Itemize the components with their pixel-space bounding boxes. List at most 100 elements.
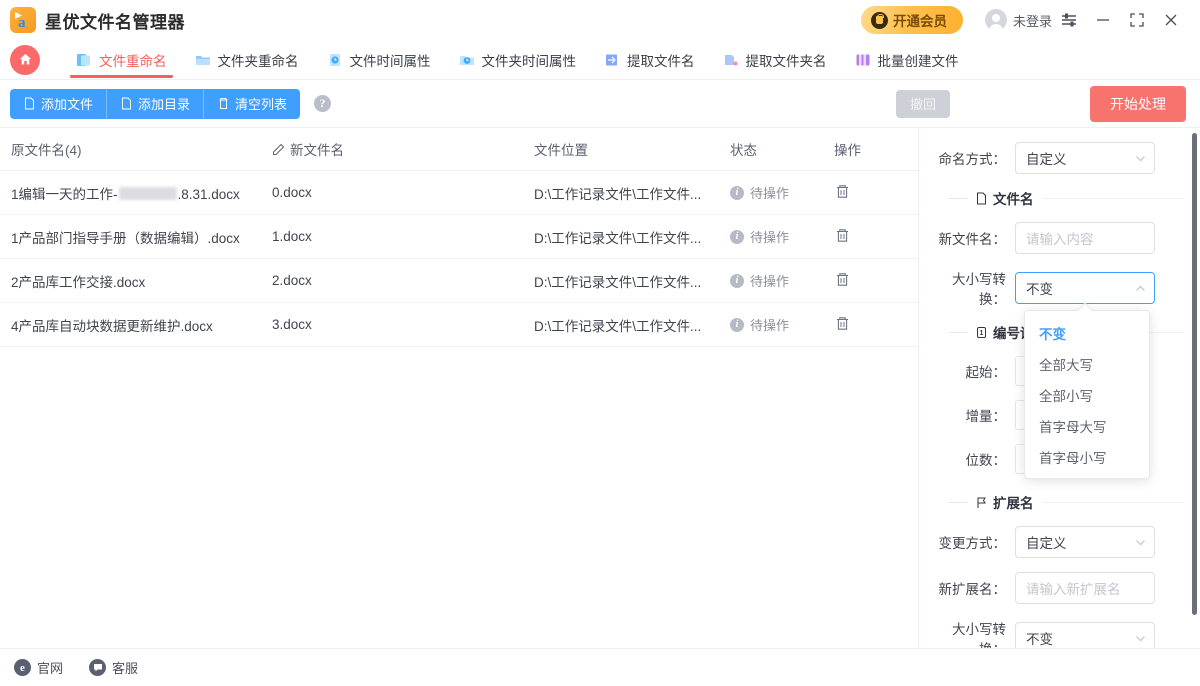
file-actions-group: 添加文件 添加目录 清空列表	[10, 88, 301, 119]
section-filename-divider: 文件名	[949, 188, 1184, 208]
naming-method-row: 命名方式： 自定义	[937, 142, 1184, 174]
divider-dash	[949, 501, 967, 503]
case-convert-select[interactable]: 不变	[1015, 272, 1155, 304]
vip-label: 开通会员	[892, 14, 947, 29]
tab-folder-time[interactable]: 文件夹时间属性	[445, 40, 591, 80]
cell-action	[834, 315, 914, 335]
delete-row-button[interactable]	[834, 271, 851, 291]
tab-folder-rename[interactable]: 文件夹重命名	[181, 40, 313, 80]
cell-original-name: 1产品部门指导手册（数据编辑）.docx	[11, 230, 240, 246]
naming-method-control: 自定义	[1015, 142, 1155, 174]
batch-create-icon	[856, 54, 869, 65]
vip-upgrade-button[interactable]: 开通会员	[860, 6, 963, 34]
folder-rename-icon	[195, 55, 210, 65]
new-ext-label: 新扩展名：	[938, 582, 1007, 597]
tab-extract-filename[interactable]: 提取文件名	[590, 40, 709, 80]
info-icon: i	[730, 185, 744, 200]
cell-new-name: 2.docx	[272, 273, 312, 288]
minimize-button[interactable]	[1086, 3, 1120, 37]
divider-line	[1041, 197, 1184, 199]
folder-time-icon	[459, 55, 474, 65]
new-filename-label: 新文件名：	[938, 232, 1007, 247]
delete-row-button[interactable]	[834, 315, 851, 335]
new-ext-input[interactable]: 请输入新扩展名	[1015, 572, 1155, 604]
delete-row-button[interactable]	[834, 183, 851, 203]
new-filename-input[interactable]: 请输入内容	[1015, 222, 1155, 254]
avatar	[984, 9, 1007, 31]
help-icon[interactable]: ?	[314, 95, 332, 112]
cell-new-name: 1.docx	[272, 229, 312, 244]
maximize-icon	[1130, 13, 1144, 27]
dropdown-option-capitalize[interactable]: 首字母大写	[1025, 410, 1149, 441]
cell-status: i 待操作	[730, 183, 834, 202]
title-bar: a 星优文件名管理器 开通会员 未登录	[0, 0, 1200, 40]
trash-icon	[219, 98, 228, 109]
new-filename-row: 新文件名： 请输入内容	[937, 222, 1184, 254]
table-header-row: 原文件名(4) 新文件名 文件位置 状态 操作	[0, 128, 918, 171]
dropdown-option-unchanged[interactable]: 不变	[1025, 317, 1149, 348]
add-directory-label: 添加目录	[138, 97, 191, 112]
cell-action	[834, 183, 914, 203]
cell-original-name: 2产品库工作交接.docx	[11, 274, 146, 290]
user-account-button[interactable]: 未登录	[984, 9, 1052, 31]
cell-location: D:\工作记录文件\工作文件...	[534, 186, 702, 202]
dropdown-option-uppercase[interactable]: 全部大写	[1025, 348, 1149, 379]
change-mode-select[interactable]: 自定义	[1015, 526, 1155, 558]
new-filename-control: 请输入内容	[1015, 222, 1155, 254]
divider-line	[1041, 501, 1184, 503]
maximize-button[interactable]	[1120, 3, 1154, 37]
add-file-button[interactable]: 添加文件	[10, 88, 108, 119]
action-toolbar: 添加文件 添加目录 清空列表 ? 撤回 开始处理	[0, 80, 1200, 127]
cell-new-name: 0.docx	[272, 185, 312, 200]
trash-icon	[837, 272, 848, 286]
panel-scrollbar[interactable]	[1192, 133, 1197, 615]
tab-file-rename[interactable]: 文件重命名	[62, 40, 181, 80]
tab-label: 文件夹重命名	[217, 53, 299, 69]
application-window: a 星优文件名管理器 开通会员 未登录 文件重命名 文件夹重命名 文件时间属性 …	[0, 0, 1200, 686]
document-icon	[122, 97, 132, 110]
case-convert-label: 大小写转换：	[952, 272, 1006, 307]
home-button[interactable]	[10, 44, 40, 75]
table-row[interactable]: 4产品库自动块数据更新维护.docx 3.docx D:\工作记录文件\工作文件…	[0, 303, 918, 347]
table-body: 1编辑一天的工作- .8.31.docx 0.docx D:\工作记录文件\工作文…	[0, 171, 918, 648]
official-site-label: 官网	[37, 661, 64, 676]
number-digits-label: 位数：	[965, 453, 1007, 468]
trash-icon	[837, 184, 848, 198]
close-button[interactable]	[1154, 3, 1188, 37]
status-badge: 待操作	[750, 186, 790, 201]
ext-case-row: 大小写转换： 不变	[937, 618, 1184, 648]
ext-case-select[interactable]: 不变	[1015, 622, 1155, 648]
customer-service-link[interactable]: 客服	[89, 658, 138, 677]
number-start-label: 起始：	[965, 365, 1007, 380]
naming-method-select[interactable]: 自定义	[1015, 142, 1155, 174]
document-icon	[977, 192, 986, 204]
number-icon: 1	[977, 326, 986, 338]
section-filename-label: 文件名	[993, 192, 1034, 207]
clear-list-button[interactable]: 清空列表	[204, 88, 301, 119]
add-directory-button[interactable]: 添加目录	[107, 88, 205, 119]
undo-button[interactable]: 撤回	[895, 89, 950, 118]
cell-new-name: 3.docx	[272, 317, 312, 332]
tab-extract-foldername[interactable]: 提取文件夹名	[709, 40, 841, 80]
cell-status: i 待操作	[730, 227, 834, 246]
tab-file-time[interactable]: 文件时间属性	[313, 40, 445, 80]
official-site-link[interactable]: e 官网	[14, 658, 63, 677]
flag-icon	[977, 497, 986, 508]
settings-button[interactable]	[1052, 3, 1086, 37]
section-ext-label: 扩展名	[993, 496, 1034, 511]
home-icon	[19, 54, 31, 65]
tab-batch-create[interactable]: 批量创建文件	[841, 40, 973, 80]
dropdown-option-lowercase[interactable]: 全部小写	[1025, 379, 1149, 410]
change-mode-control: 自定义	[1015, 526, 1155, 558]
cell-status: i 待操作	[730, 271, 834, 290]
orig-name-suffix: .8.31.docx	[177, 186, 240, 202]
delete-row-button[interactable]	[834, 227, 851, 247]
info-icon: i	[730, 229, 744, 244]
change-mode-label: 变更方式：	[938, 536, 1007, 551]
table-row[interactable]: 2产品库工作交接.docx 2.docx D:\工作记录文件\工作文件... i…	[0, 259, 918, 303]
case-convert-control: 不变	[1015, 272, 1155, 304]
dropdown-option-decapitalize[interactable]: 首字母小写	[1025, 441, 1149, 472]
table-row[interactable]: 1产品部门指导手册（数据编辑）.docx 1.docx D:\工作记录文件\工作…	[0, 215, 918, 259]
start-process-button[interactable]: 开始处理	[1090, 85, 1186, 122]
table-row[interactable]: 1编辑一天的工作- .8.31.docx 0.docx D:\工作记录文件\工作文…	[0, 171, 918, 215]
